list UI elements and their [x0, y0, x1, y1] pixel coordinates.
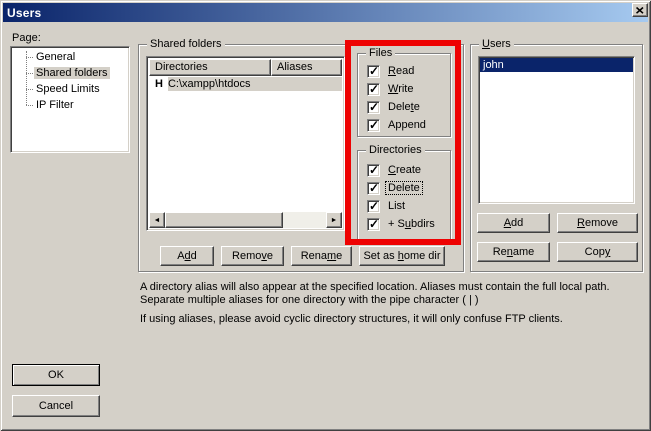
directory-path: C:\xampp\htdocs [168, 77, 342, 91]
users-remove-button[interactable]: Remove [557, 213, 638, 233]
users-dialog: Users Page: General Shared folders Speed… [0, 0, 651, 431]
checkbox-files-read-label[interactable]: Read [386, 65, 416, 77]
window-title: Users [7, 6, 41, 20]
checkbox-row-create: Create [367, 163, 423, 177]
list-header-row: Directories Aliases [149, 59, 342, 76]
scrollbar-thumb[interactable] [165, 212, 283, 228]
checkbox-files-write[interactable] [367, 83, 380, 96]
scroll-left-icon: ◄ [154, 217, 161, 224]
checkbox-dirs-create[interactable] [367, 164, 380, 177]
checkbox-files-append-label[interactable]: Append [386, 119, 428, 131]
users-add-button[interactable]: Add [477, 213, 550, 233]
page-tree: General Shared folders Speed Limits IP F… [13, 49, 127, 150]
checkbox-dirs-create-label[interactable]: Create [386, 164, 423, 176]
directories-group-label: Directories [366, 144, 425, 157]
checkbox-row-files-delete: Delete [367, 100, 422, 114]
checkbox-dirs-list[interactable] [367, 200, 380, 213]
checkbox-row-read: Read [367, 64, 416, 78]
checkbox-dirs-delete-label[interactable]: Delete [386, 182, 422, 194]
cancel-button[interactable]: Cancel [12, 395, 100, 417]
shared-remove-button[interactable]: Remove [221, 246, 284, 266]
checkbox-row-list: List [367, 199, 407, 213]
directory-row[interactable]: H C:\xampp\htdocs [149, 76, 342, 91]
checkbox-files-append[interactable] [367, 119, 380, 132]
shared-folders-list: Directories Aliases H C:\xampp\htdocs ◄ … [146, 56, 345, 231]
checkbox-files-delete-label[interactable]: Delete [386, 101, 422, 113]
files-group-label: Files [366, 47, 395, 60]
checkbox-row-write: Write [367, 82, 415, 96]
checkbox-row-dirs-delete: Delete [367, 181, 422, 195]
title-bar: Users [3, 3, 648, 22]
page-item-shared-folders[interactable]: Shared folders [13, 65, 127, 81]
checkbox-dirs-list-label[interactable]: List [386, 200, 407, 212]
page-item-general[interactable]: General [13, 49, 127, 65]
page-label: Page: [12, 32, 41, 44]
checkbox-dirs-subdirs-label[interactable]: + Subdirs [386, 218, 437, 230]
page-item-ip-filter[interactable]: IP Filter [13, 97, 127, 113]
alias-note: A directory alias will also appear at th… [140, 281, 651, 307]
page-listbox: General Shared folders Speed Limits IP F… [10, 46, 130, 153]
checkbox-dirs-subdirs[interactable] [367, 218, 380, 231]
checkbox-files-write-label[interactable]: Write [386, 83, 415, 95]
checkbox-files-delete[interactable] [367, 101, 380, 114]
scroll-right-button[interactable]: ► [326, 212, 342, 228]
users-listbox: john [478, 56, 635, 204]
shared-rename-button[interactable]: Rename [291, 246, 352, 266]
checkbox-files-read[interactable] [367, 65, 380, 78]
set-as-home-dir-button[interactable]: Set as home dir [359, 246, 445, 266]
scroll-right-icon: ► [331, 217, 338, 224]
users-rename-button[interactable]: Rename [477, 242, 550, 262]
directories-group: Directories Create Delete List + Subdirs [357, 150, 451, 240]
home-directory-flag: H [149, 77, 168, 91]
close-button[interactable] [632, 3, 648, 17]
ok-button[interactable]: OK [12, 364, 100, 386]
users-group-label: Users [479, 38, 514, 51]
shared-folders-group-label: Shared folders [147, 38, 225, 51]
user-item-john[interactable]: john [480, 58, 633, 72]
page-item-speed-limits[interactable]: Speed Limits [13, 81, 127, 97]
checkbox-row-subdirs: + Subdirs [367, 217, 437, 231]
column-header-directories[interactable]: Directories [149, 59, 271, 76]
column-header-aliases[interactable]: Aliases [271, 59, 342, 76]
checkbox-dirs-delete[interactable] [367, 182, 380, 195]
cyclic-note: If using aliases, please avoid cyclic di… [140, 313, 651, 326]
files-group: Files Read Write Delete Append [357, 53, 451, 137]
scroll-left-button[interactable]: ◄ [149, 212, 165, 228]
users-copy-button[interactable]: Copy [557, 242, 638, 262]
shared-add-button[interactable]: Add [160, 246, 214, 266]
shared-folders-list-body: Directories Aliases H C:\xampp\htdocs [149, 59, 342, 228]
checkbox-row-append: Append [367, 118, 428, 132]
horizontal-scrollbar[interactable]: ◄ ► [149, 212, 342, 228]
scrollbar-track[interactable] [283, 212, 326, 228]
close-icon [636, 7, 644, 14]
